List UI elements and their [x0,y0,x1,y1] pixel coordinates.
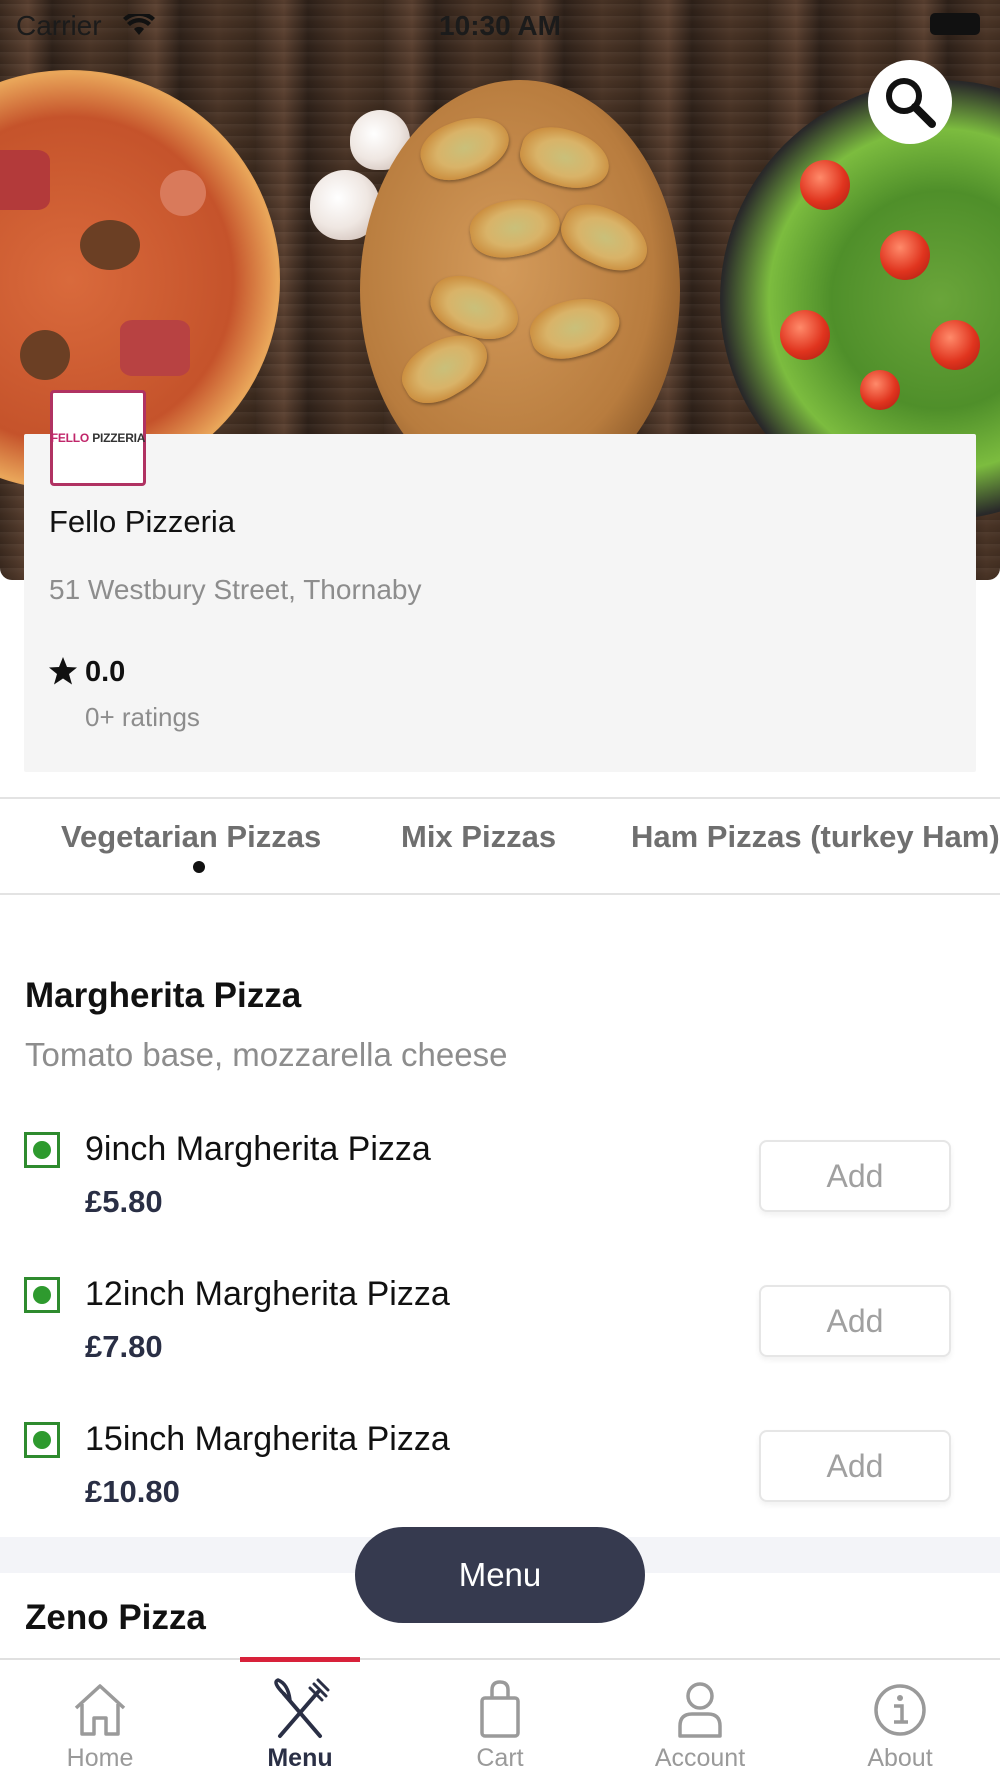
add-button[interactable]: Add [759,1430,951,1502]
nav-about[interactable]: About [800,1660,1000,1778]
nav-cart[interactable]: Cart [400,1660,600,1778]
add-button[interactable]: Add [759,1140,951,1212]
tab-vegetarian-pizzas[interactable]: Vegetarian Pizzas [61,819,321,855]
nav-label: Menu [267,1744,333,1772]
nav-menu[interactable]: Menu [200,1660,400,1778]
menu-item: 9inch Margherita Pizza £5.80 Add [0,1124,1000,1244]
search-button[interactable] [868,60,952,144]
status-bar: Carrier 10:30 AM [0,0,1000,50]
rating-value: 0.0 [85,656,126,688]
fork-knife-icon [274,1678,330,1738]
category-tabs: Vegetarian Pizzas Mix Pizzas Ham Pizzas … [0,797,1000,895]
nav-home[interactable]: Home [0,1660,200,1778]
nav-account[interactable]: Account [600,1660,800,1778]
restaurant-info-card: FELLO PIZZERIA Fello Pizzeria 51 Westbur… [24,390,976,772]
rating-count: 0+ ratings [85,702,200,732]
menu-item: 12inch Margherita Pizza £7.80 Add [0,1269,1000,1389]
item-name: 15inch Margherita Pizza [85,1420,450,1458]
veg-indicator-icon [24,1422,60,1458]
tab-mix-pizzas[interactable]: Mix Pizzas [401,819,556,855]
restaurant-name: Fello Pizzeria [49,504,236,539]
menu-float-button[interactable]: Menu [355,1527,645,1623]
battery-icon [930,13,980,35]
bottom-navigation: Home Menu Cart Account About [0,1657,1000,1778]
star-icon [49,657,77,685]
item-name: 12inch Margherita Pizza [85,1275,450,1313]
nav-label: Cart [476,1744,524,1772]
nav-label: Home [66,1744,134,1772]
section-description: Tomato base, mozzarella cheese [25,1036,508,1073]
restaurant-logo: FELLO PIZZERIA [50,390,146,486]
section-title: Margherita Pizza [25,976,302,1015]
section-title: Zeno Pizza [25,1598,206,1637]
nav-label: About [867,1744,933,1772]
nav-label: Account [654,1744,746,1772]
veg-indicator-icon [24,1132,60,1168]
veg-indicator-icon [24,1277,60,1313]
user-icon [678,1682,722,1738]
status-time: 10:30 AM [439,10,561,41]
item-price: £10.80 [85,1474,180,1509]
item-name: 9inch Margherita Pizza [85,1130,431,1168]
item-price: £5.80 [85,1184,163,1219]
search-icon [886,78,936,128]
add-button[interactable]: Add [759,1285,951,1357]
shopping-bag-icon [480,1680,520,1738]
menu-item: 15inch Margherita Pizza £10.80 Add [0,1414,1000,1534]
restaurant-address: 51 Westbury Street, Thornaby [49,574,422,605]
info-icon [874,1684,926,1736]
item-price: £7.80 [85,1329,163,1364]
tab-ham-pizzas[interactable]: Ham Pizzas (turkey Ham) [631,819,1000,855]
active-tab-indicator [193,861,205,873]
home-icon [74,1684,126,1736]
